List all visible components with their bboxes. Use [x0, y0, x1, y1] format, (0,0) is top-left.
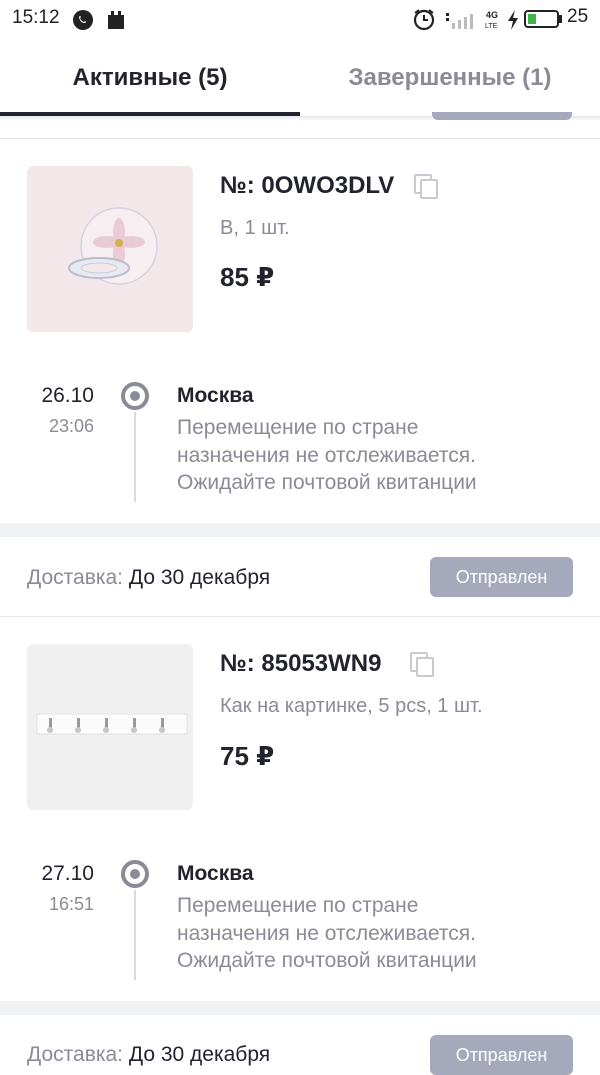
delivery-date: До 30 декабря [128, 1043, 271, 1066]
status-bar: 15:12 4G LTE 25 [0, 0, 600, 36]
timeline-dot-icon [121, 860, 149, 888]
svg-text:LTE: LTE [485, 23, 498, 30]
delivery-label: Доставка: [27, 1043, 124, 1066]
tracking-date: 27.10 [41, 862, 94, 885]
timeline-dot-icon [121, 382, 149, 410]
battery-icon [524, 10, 562, 28]
tracking-description-line: Ожидайте почтовой квитанции [177, 471, 477, 494]
product-variant: В, 1 шт. [220, 217, 290, 239]
status-time: 15:12 [12, 7, 60, 28]
product-price: 85 ₽ [220, 262, 275, 292]
order-tabs: Активные (5) Завершенные (1) [0, 36, 600, 118]
tracking-description-line: Перемещение по стране [177, 894, 419, 917]
status-button[interactable]: Отправлен [430, 557, 573, 597]
delivery-info: Доставка: До 30 декабря [27, 566, 270, 590]
divider [0, 138, 600, 139]
notification-icon [108, 11, 124, 29]
delivery-info: Доставка: До 30 декабря [27, 1043, 270, 1067]
tracking-description: Перемещение по стране назначения не отсл… [177, 414, 577, 497]
wall-hooks-image [36, 713, 188, 735]
svg-text:4G: 4G [486, 10, 498, 20]
copy-icon[interactable] [408, 650, 436, 678]
section-separator [0, 523, 600, 537]
tracking-description-line: Перемещение по стране [177, 416, 419, 439]
timeline-line [134, 412, 136, 502]
tab-completed[interactable]: Завершенные (1) [300, 64, 600, 92]
section-separator [0, 1001, 600, 1015]
tracking-city: Москва [177, 384, 254, 407]
product-variant: Как на картинке, 5 pcs, 1 шт. [220, 695, 483, 717]
tracking-date: 26.10 [41, 384, 94, 407]
tracking-description-line: назначения не отслеживается. [177, 443, 476, 467]
order-number: №: 85053WN9 [220, 650, 382, 677]
product-price: 75 ₽ [220, 741, 275, 771]
tracking-description-line: назначения не отслеживается. [177, 921, 476, 945]
tracking-description: Перемещение по стране назначения не отсл… [177, 892, 577, 975]
product-image[interactable] [27, 166, 193, 332]
signal-icon [446, 13, 473, 29]
whatsapp-icon [73, 10, 93, 30]
tracking-description-line: Ожидайте почтовой квитанции [177, 949, 477, 972]
order-number: №: 0OWO3DLV [220, 172, 395, 199]
alarm-icon [413, 9, 435, 31]
tracking-time: 23:06 [48, 416, 94, 436]
delivery-date: До 30 декабря [128, 566, 271, 589]
network-4g-icon: 4G LTE [485, 10, 498, 30]
timeline-line [134, 890, 136, 980]
delivery-label: Доставка: [27, 566, 124, 589]
charging-icon [508, 10, 518, 30]
divider [0, 616, 600, 617]
status-button[interactable]: Отправлен [430, 1035, 573, 1075]
toilet-seat-image [68, 207, 158, 285]
tab-active[interactable]: Активные (5) [0, 64, 300, 92]
status-button-partial[interactable] [432, 112, 572, 120]
battery-level: 25 [567, 6, 589, 27]
tracking-city: Москва [177, 862, 254, 885]
product-image[interactable] [27, 644, 193, 810]
tracking-time: 16:51 [48, 894, 94, 914]
copy-icon[interactable] [412, 172, 440, 200]
